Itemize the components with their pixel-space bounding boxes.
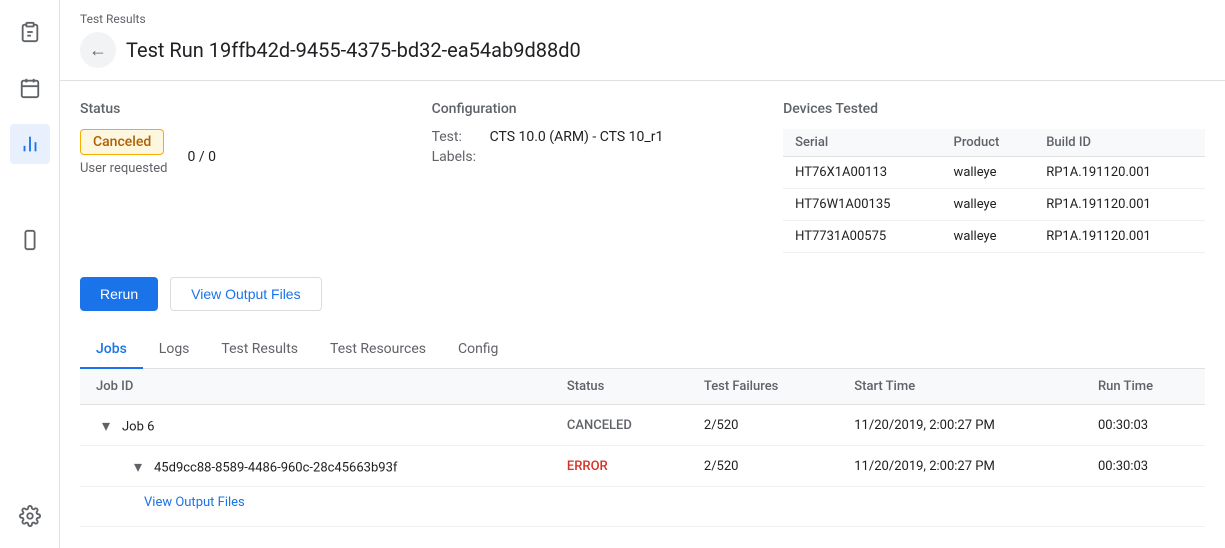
tab-jobs[interactable]: Jobs	[80, 331, 143, 369]
breadcrumb: Test Results	[80, 12, 1205, 26]
back-button[interactable]: ←	[80, 32, 116, 68]
job-failures-cell: 2/520	[688, 405, 838, 446]
device-build-id: RP1A.191120.001	[1034, 157, 1205, 189]
status-badge: Canceled	[80, 129, 164, 155]
jobs-col-status: Status	[551, 369, 688, 405]
actions-row: Rerun View Output Files	[80, 277, 1205, 311]
back-arrow-icon: ←	[89, 40, 107, 61]
status-title: Status	[80, 101, 432, 117]
devices-table: Serial Product Build ID HT76X1A00113 wal…	[783, 129, 1205, 253]
device-serial: HT76W1A00135	[783, 189, 941, 221]
sidebar-icon-phone[interactable]	[10, 220, 50, 260]
config-test-label: Test:	[432, 129, 482, 145]
tab-config[interactable]: Config	[442, 331, 514, 369]
jobs-col-failures: Test Failures	[688, 369, 838, 405]
status-block: Status Canceled User requested 0 / 0	[80, 101, 432, 253]
sidebar-icon-clipboard[interactable]	[10, 12, 50, 52]
job-id-cell: ▾45d9cc88-8589-4486-960c-28c45663b93f	[80, 446, 551, 487]
device-product: walleye	[942, 189, 1035, 221]
devices-col-build-id: Build ID	[1034, 129, 1205, 157]
device-serial: HT76X1A00113	[783, 157, 941, 189]
device-row: HT76X1A00113 walleye RP1A.191120.001	[783, 157, 1205, 189]
jobs-table: Job ID Status Test Failures Start Time R…	[80, 369, 1205, 527]
view-output-row: View Output Files	[80, 487, 1205, 527]
jobs-col-run: Run Time	[1082, 369, 1205, 405]
device-row: HT7731A00575 walleye RP1A.191120.001	[783, 221, 1205, 253]
config-test-value: CTS 10.0 (ARM) - CTS 10_r1	[490, 129, 664, 145]
expand-icon[interactable]: ▾	[96, 415, 116, 435]
tabs-bar: JobsLogsTest ResultsTest ResourcesConfig	[80, 331, 1205, 369]
config-test-row: Test: CTS 10.0 (ARM) - CTS 10_r1	[432, 129, 784, 145]
view-output-link[interactable]: View Output Files	[96, 491, 1189, 518]
job-run-cell: 00:30:03	[1082, 446, 1205, 487]
device-build-id: RP1A.191120.001	[1034, 189, 1205, 221]
devices-block: Devices Tested Serial Product Build ID H…	[783, 101, 1205, 253]
device-product: walleye	[942, 221, 1035, 253]
header: Test Results ← Test Run 19ffb42d-9455-43…	[60, 0, 1225, 81]
jobs-col-start: Start Time	[838, 369, 1082, 405]
sidebar-icon-calendar[interactable]	[10, 68, 50, 108]
tab-logs[interactable]: Logs	[143, 331, 206, 369]
job-failures-cell: 2/520	[688, 446, 838, 487]
view-output-files-button[interactable]: View Output Files	[170, 277, 321, 311]
job-status-cell: CANCELED	[551, 405, 688, 446]
job-row: ▾Job 6 CANCELED 2/520 11/20/2019, 2:00:2…	[80, 405, 1205, 446]
progress-text: 0 / 0	[187, 149, 215, 165]
device-product: walleye	[942, 157, 1035, 189]
devices-col-serial: Serial	[783, 129, 941, 157]
devices-col-product: Product	[942, 129, 1035, 157]
device-serial: HT7731A00575	[783, 221, 941, 253]
title-row: ← Test Run 19ffb42d-9455-4375-bd32-ea54a…	[80, 32, 1205, 68]
configuration-block: Configuration Test: CTS 10.0 (ARM) - CTS…	[432, 101, 784, 253]
content-area: Status Canceled User requested 0 / 0 Con…	[60, 81, 1225, 548]
sidebar-icon-settings[interactable]	[10, 496, 50, 536]
rerun-button[interactable]: Rerun	[80, 277, 158, 311]
device-row: HT76W1A00135 walleye RP1A.191120.001	[783, 189, 1205, 221]
config-labels-row: Labels:	[432, 149, 784, 165]
job-run-cell: 00:30:03	[1082, 405, 1205, 446]
info-section: Status Canceled User requested 0 / 0 Con…	[80, 101, 1205, 253]
page-title: Test Run 19ffb42d-9455-4375-bd32-ea54ab9…	[126, 38, 581, 62]
configuration-title: Configuration	[432, 101, 784, 117]
status-sub-text: User requested	[80, 161, 167, 176]
job-status-cell: ERROR	[551, 446, 688, 487]
job-row: ▾45d9cc88-8589-4486-960c-28c45663b93f ER…	[80, 446, 1205, 487]
sub-expand-icon[interactable]: ▾	[128, 456, 148, 476]
sidebar	[0, 0, 60, 548]
tab-test-resources[interactable]: Test Resources	[314, 331, 442, 369]
job-id-cell: ▾Job 6	[80, 405, 551, 446]
sidebar-icon-chart[interactable]	[10, 124, 50, 164]
job-start-cell: 11/20/2019, 2:00:27 PM	[838, 446, 1082, 487]
job-start-cell: 11/20/2019, 2:00:27 PM	[838, 405, 1082, 446]
tab-test-results[interactable]: Test Results	[205, 331, 314, 369]
devices-title: Devices Tested	[783, 101, 1205, 117]
main-content: Test Results ← Test Run 19ffb42d-9455-43…	[60, 0, 1225, 548]
jobs-col-id: Job ID	[80, 369, 551, 405]
device-build-id: RP1A.191120.001	[1034, 221, 1205, 253]
config-labels-label: Labels:	[432, 149, 482, 165]
